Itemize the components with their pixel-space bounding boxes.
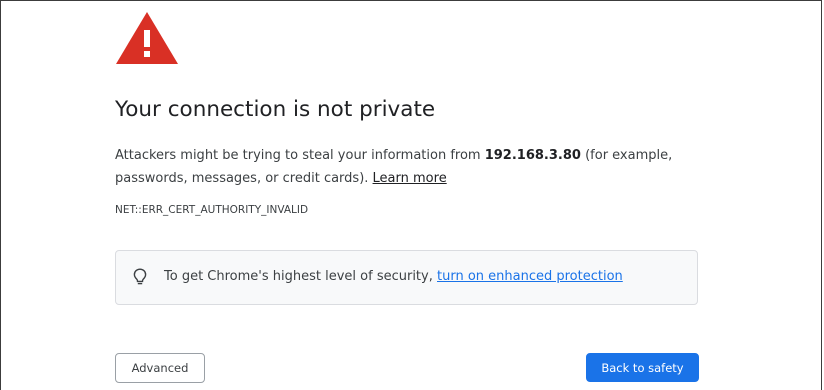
description-prefix: Attackers might be trying to steal your … — [115, 148, 485, 163]
host-address: 192.168.3.80 — [484, 148, 581, 163]
interstitial-page: Your connection is not private Attackers… — [0, 0, 822, 390]
enhanced-protection-link[interactable]: turn on enhanced protection — [437, 269, 623, 284]
warning-triangle-icon — [116, 12, 178, 64]
page-title: Your connection is not private — [115, 97, 436, 122]
learn-more-link[interactable]: Learn more — [373, 171, 447, 186]
warning-description: Attackers might be trying to steal your … — [115, 144, 695, 190]
advanced-button[interactable]: Advanced — [115, 353, 205, 383]
back-to-safety-button[interactable]: Back to safety — [586, 353, 699, 382]
enhanced-protection-text: To get Chrome's highest level of securit… — [164, 269, 623, 284]
lightbulb-icon — [133, 268, 147, 285]
enhanced-protection-card: To get Chrome's highest level of securit… — [115, 250, 698, 305]
enhanced-protection-prefix: To get Chrome's highest level of securit… — [164, 269, 437, 284]
error-code: NET::ERR_CERT_AUTHORITY_INVALID — [115, 204, 309, 216]
